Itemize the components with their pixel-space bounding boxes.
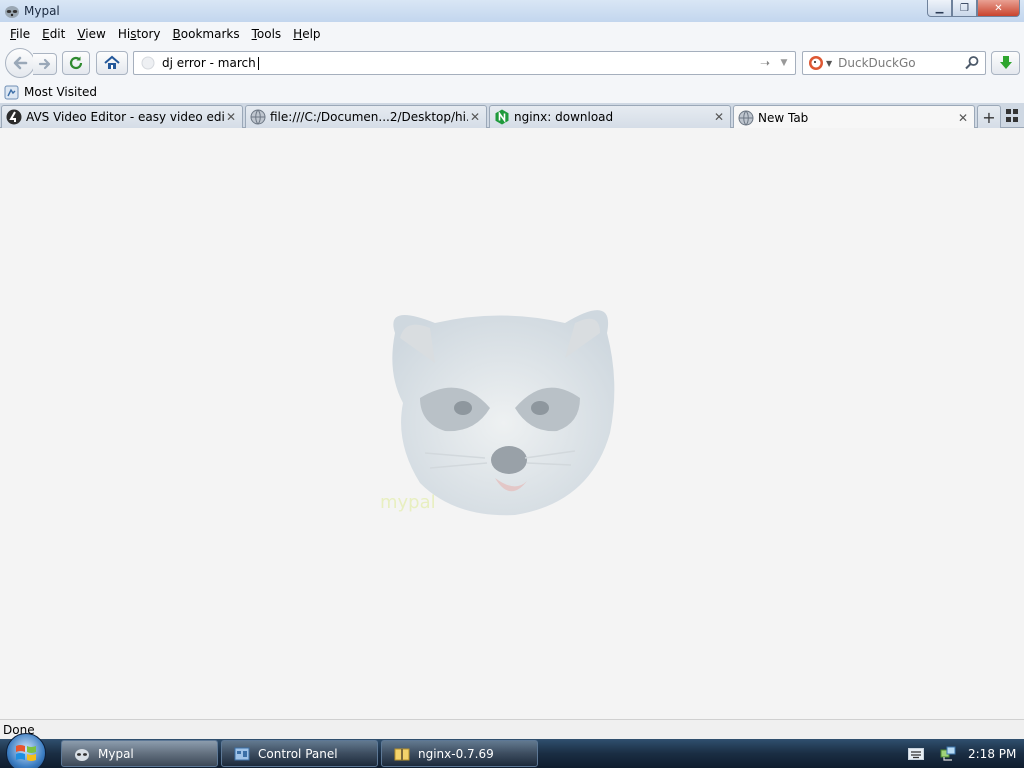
menu-edit-accel: E [42, 26, 50, 41]
globe-icon [738, 110, 754, 125]
search-input[interactable]: DuckDuckGo [838, 56, 964, 70]
page-content: mypal [0, 128, 1024, 719]
close-button[interactable]: ✕ [977, 0, 1020, 17]
back-button[interactable] [5, 48, 35, 78]
url-value: dj error - march [162, 56, 256, 70]
navigation-bar: dj error - march ➝ ▼ ▼ DuckDuckGo [0, 45, 1024, 81]
raccoon-logo: mypal [380, 310, 615, 516]
menu-bookmarks-label: ookmarks [180, 26, 240, 41]
mypal-watermark-text: mypal [380, 492, 436, 513]
downloads-button[interactable] [991, 51, 1020, 75]
bookmark-icon [4, 85, 19, 99]
avs-favicon-icon [6, 109, 22, 125]
taskbar-label: Control Panel [258, 746, 338, 761]
text-caret [257, 57, 259, 70]
menu-help-accel: H [293, 26, 303, 41]
menu-tools-label: ools [256, 26, 282, 41]
menu-view-label: iew [85, 26, 106, 41]
magnifier-icon[interactable] [964, 55, 980, 71]
title-bar: Mypal ▁ ❐ ✕ [0, 0, 1024, 22]
bookmark-label: Most Visited [24, 85, 98, 99]
forward-arrow-icon [38, 58, 50, 70]
menu-bookmarks[interactable]: Bookmarks [167, 27, 246, 41]
menu-history-label-a: Hi [117, 26, 131, 41]
taskbar-button-control-panel[interactable]: Control Panel [221, 740, 378, 767]
back-arrow-icon [13, 56, 28, 70]
tab-file-hi-html[interactable]: file:///C:/Documen...2/Desktop/hi.html ✕ [245, 105, 487, 128]
menu-bookmarks-accel: B [172, 26, 181, 41]
tab-close-icon[interactable]: ✕ [956, 111, 970, 125]
minimize-button[interactable]: ▁ [927, 0, 952, 17]
menu-view[interactable]: View [71, 27, 111, 41]
tab-new-tab[interactable]: New Tab ✕ [733, 105, 975, 129]
taskbar-button-nginx-folder[interactable]: nginx-0.7.69 [381, 740, 538, 767]
system-tray: 2:18 PM [900, 739, 1024, 768]
url-input[interactable]: dj error - march [162, 56, 757, 70]
tab-label: New Tab [758, 110, 809, 125]
tab-label: AVS Video Editor - easy video editing... [26, 110, 224, 124]
tab-avs-video-editor[interactable]: AVS Video Editor - easy video editing...… [1, 105, 243, 128]
forward-button[interactable] [33, 53, 57, 75]
menu-file-label: ile [16, 26, 31, 41]
home-icon [104, 55, 120, 69]
url-bar[interactable]: dj error - march ➝ ▼ [133, 51, 796, 75]
zip-folder-icon [394, 748, 410, 760]
taskbar-label: Mypal [98, 746, 134, 761]
tab-close-icon[interactable]: ✕ [712, 110, 726, 124]
window-controls: ▁ ❐ ✕ [927, 0, 1020, 17]
nginx-favicon-icon [495, 109, 509, 125]
taskbar-button-mypal[interactable]: Mypal [61, 740, 218, 767]
menu-file[interactable]: File [4, 27, 36, 41]
bookmarks-toolbar: Most Visited [0, 81, 1024, 103]
menu-history-label-b: tory [136, 26, 161, 41]
window-title: Mypal [24, 4, 60, 18]
download-arrow-icon [999, 56, 1012, 69]
raccoon-app-icon [75, 748, 89, 761]
go-arrow-icon[interactable]: ➝ [757, 56, 773, 70]
menu-edit-label: dit [49, 26, 66, 41]
windows-start-icon [16, 745, 36, 761]
status-bar: Done [0, 719, 1024, 739]
new-tab-plus-icon[interactable]: + [977, 105, 1001, 128]
network-icon[interactable] [940, 746, 956, 762]
reload-button[interactable] [62, 51, 90, 75]
search-engine-dropdown-icon[interactable]: ▼ [826, 59, 832, 68]
menu-history[interactable]: History [112, 27, 167, 41]
menu-help-label: elp [302, 26, 321, 41]
taskbar: Mypal Control Panel nginx-0.7.69 2:18 PM [0, 733, 1024, 768]
tab-list-icon[interactable] [1006, 109, 1020, 123]
tab-strip: AVS Video Editor - easy video editing...… [0, 103, 1024, 129]
search-bar[interactable]: ▼ DuckDuckGo [802, 51, 986, 75]
maximize-button[interactable]: ❐ [952, 0, 977, 17]
tab-nginx-download[interactable]: nginx: download ✕ [489, 105, 731, 128]
keyboard-icon[interactable] [908, 747, 924, 760]
bookmark-most-visited[interactable]: Most Visited [4, 85, 97, 100]
menu-tools[interactable]: Tools [246, 27, 288, 41]
menu-edit[interactable]: Edit [36, 27, 71, 41]
url-history-dropdown-icon[interactable]: ▼ [777, 58, 791, 68]
duckduckgo-icon[interactable] [808, 55, 824, 71]
start-button[interactable] [6, 733, 46, 768]
reload-icon [69, 56, 83, 70]
taskbar-label: nginx-0.7.69 [418, 746, 494, 761]
tab-label: nginx: download [514, 110, 614, 124]
raccoon-app-icon [5, 6, 19, 18]
site-identity-icon [141, 56, 155, 70]
tab-close-icon[interactable]: ✕ [224, 110, 238, 124]
taskbar-clock[interactable]: 2:18 PM [968, 747, 1016, 761]
tab-label: file:///C:/Documen...2/Desktop/hi.html [270, 110, 468, 124]
menu-help[interactable]: Help [287, 27, 326, 41]
menu-bar: File Edit View History Bookmarks Tools H… [0, 22, 1024, 45]
control-panel-icon [234, 747, 250, 760]
home-button[interactable] [96, 51, 128, 75]
globe-icon [250, 109, 266, 125]
tab-close-icon[interactable]: ✕ [468, 110, 482, 124]
